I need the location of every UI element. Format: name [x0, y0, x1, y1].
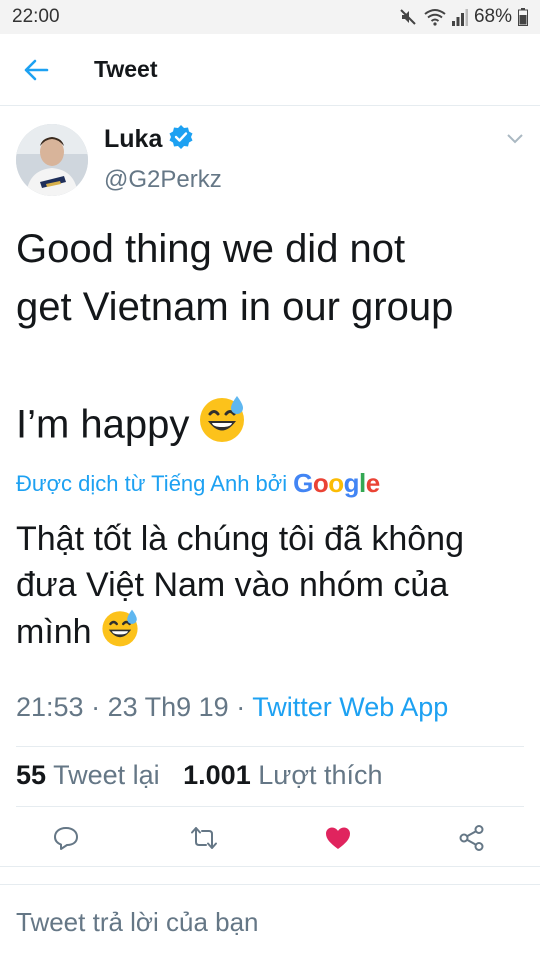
top-app-bar: Tweet: [0, 34, 540, 106]
reply-button[interactable]: [52, 824, 80, 852]
divider: [16, 806, 524, 807]
reply-composer[interactable]: Tweet trả lời của bạn: [0, 884, 540, 960]
tweet-meta: 21:53 · 23 Th9 19 · Twitter Web App: [16, 692, 448, 723]
tweet-actions: [0, 808, 540, 866]
tweet-options-button[interactable]: [506, 132, 524, 150]
tweet-text-line: get Vietnam in our group: [16, 285, 454, 329]
tweet-text-line: Good thing we did not: [16, 227, 406, 271]
status-icons: 68%: [398, 6, 528, 28]
translation-line: mình: [16, 612, 92, 651]
chevron-down-icon: [507, 134, 523, 144]
sweat-smile-emoji-icon: [197, 394, 247, 460]
retweet-label: Tweet lại: [53, 760, 160, 790]
tweet-source-link[interactable]: Twitter Web App: [252, 692, 448, 722]
battery-icon: [518, 8, 528, 26]
author-handle[interactable]: @G2Perkz: [104, 166, 222, 194]
like-label: Lượt thích: [258, 760, 383, 790]
tweet-author: Luka @G2Perkz: [16, 120, 524, 198]
status-bar: 22:00 68%: [0, 0, 540, 34]
name-row: Luka: [104, 124, 194, 155]
signal-icon: [451, 8, 468, 26]
translation-line-with-emoji: mình: [16, 608, 526, 660]
translation-line: đưa Việt Nam vào nhóm của: [16, 566, 449, 604]
mute-icon: [398, 7, 418, 27]
retweet-icon: [191, 827, 217, 849]
like-count: 1.001: [183, 760, 251, 790]
translated-text: Thật tốt là chúng tôi đã không đưa Việt …: [16, 516, 526, 660]
tweet-text: Good thing we did not get Vietnam in our…: [16, 220, 526, 460]
likes-stat[interactable]: 1.001 Lượt thích: [183, 760, 382, 790]
battery-level: 68%: [473, 6, 512, 27]
tweet-date: 23 Th9 19: [107, 692, 229, 722]
retweets-stat[interactable]: 55 Tweet lại: [16, 760, 160, 790]
like-button[interactable]: [324, 824, 352, 852]
tweet-time: 21:53: [16, 692, 84, 722]
share-icon: [459, 825, 484, 851]
like-icon: [326, 827, 350, 849]
retweet-count: 55: [16, 760, 47, 790]
status-time: 22:00: [12, 6, 60, 27]
translation-line: Thật tốt là chúng tôi đã không: [16, 520, 464, 558]
verified-badge-icon: [168, 124, 194, 155]
tweet-stats: 55 Tweet lại 1.001 Lượt thích: [16, 760, 383, 791]
meta-separator: ·: [236, 692, 253, 722]
back-arrow-icon: [24, 59, 49, 80]
share-button[interactable]: [458, 824, 486, 852]
page-title: Tweet: [94, 56, 158, 82]
sweat-smile-emoji-icon: [100, 608, 140, 660]
reply-input[interactable]: Tweet trả lời của bạn: [16, 907, 259, 938]
tweet-text-line: [16, 336, 526, 394]
reply-icon: [54, 827, 78, 850]
translation-attribution[interactable]: Được dịch từ Tiếng Anh bởi Google: [16, 468, 380, 499]
google-logo: Google: [293, 468, 380, 498]
avatar[interactable]: [16, 124, 88, 196]
author-name[interactable]: Luka: [104, 125, 162, 154]
translated-by-label: Được dịch từ Tiếng Anh bởi: [16, 470, 288, 496]
tweet-text-line-with-emoji: I’m happy: [16, 394, 526, 460]
divider: [0, 866, 540, 867]
meta-separator: ·: [91, 692, 108, 722]
divider: [16, 746, 524, 747]
back-button[interactable]: [0, 34, 72, 106]
retweet-button[interactable]: [190, 824, 218, 852]
tweet-text-line: I’m happy: [16, 402, 190, 447]
wifi-icon: [424, 8, 446, 26]
